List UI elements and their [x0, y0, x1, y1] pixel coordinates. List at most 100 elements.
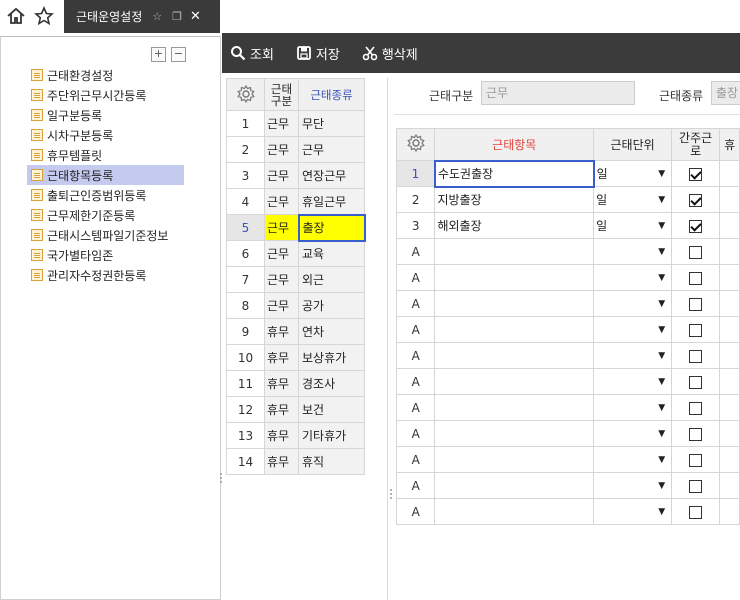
grid-settings-button[interactable]: [226, 78, 265, 111]
type-cell[interactable]: 휴무: [264, 344, 299, 371]
star-icon[interactable]: [32, 4, 56, 28]
sidebar-item[interactable]: 시차구분등록: [27, 125, 184, 145]
expand-all-button[interactable]: +: [151, 47, 166, 62]
unit-dropdown[interactable]: ▼: [593, 290, 673, 317]
extra-cell[interactable]: [719, 342, 740, 369]
item-cell[interactable]: [434, 342, 595, 369]
dropdown-arrow-icon[interactable]: ▼: [658, 377, 665, 387]
item-cell[interactable]: [434, 368, 595, 395]
dropdown-arrow-icon[interactable]: ▼: [658, 507, 665, 517]
star-outline-icon[interactable]: ☆: [152, 10, 162, 23]
save-button[interactable]: 저장: [296, 44, 340, 63]
unit-dropdown[interactable]: ▼: [593, 446, 673, 473]
table-row[interactable]: A ▼: [396, 342, 740, 369]
item-cell[interactable]: [434, 472, 595, 499]
table-row[interactable]: 13 휴무 기타휴가: [226, 422, 365, 449]
checkbox[interactable]: [689, 323, 703, 337]
table-row[interactable]: 2 지방출장 일 ▼: [396, 186, 740, 213]
checkbox[interactable]: [689, 479, 703, 493]
column-header-kind[interactable]: 근태종류: [298, 78, 365, 111]
extra-cell[interactable]: [719, 316, 740, 343]
extra-cell[interactable]: [719, 212, 740, 239]
checkbox[interactable]: [689, 297, 703, 311]
unit-dropdown[interactable]: 일 ▼: [593, 160, 673, 187]
sidebar-item[interactable]: 근무제한기준등록: [27, 205, 184, 225]
deemed-checkbox-cell[interactable]: [671, 316, 721, 343]
checkbox[interactable]: [689, 375, 703, 389]
delete-row-button[interactable]: 행삭제: [362, 44, 418, 63]
dropdown-arrow-icon[interactable]: ▼: [658, 325, 665, 335]
sidebar-item[interactable]: 출퇴근인증범위등록: [27, 185, 184, 205]
deemed-checkbox-cell[interactable]: [671, 368, 721, 395]
table-row[interactable]: 7 근무 외근: [226, 266, 365, 293]
table-row[interactable]: 1 근무 무단: [226, 110, 365, 137]
dropdown-arrow-icon[interactable]: ▼: [658, 273, 665, 283]
type-cell[interactable]: 근무: [264, 240, 299, 267]
dropdown-arrow-icon[interactable]: ▼: [658, 403, 665, 413]
tab-attendance-settings[interactable]: 근태운영설정 ☆ ❐ ✕: [64, 0, 220, 33]
item-cell[interactable]: [434, 290, 595, 317]
table-row[interactable]: 10 휴무 보상휴가: [226, 344, 365, 371]
dropdown-arrow-icon[interactable]: ▼: [658, 195, 665, 205]
sidebar-item[interactable]: 일구분등록: [27, 105, 184, 125]
deemed-checkbox-cell[interactable]: [671, 394, 721, 421]
table-row[interactable]: A ▼: [396, 446, 740, 473]
extra-cell[interactable]: [719, 160, 740, 187]
unit-dropdown[interactable]: ▼: [593, 420, 673, 447]
deemed-checkbox-cell[interactable]: [671, 238, 721, 265]
unit-dropdown[interactable]: ▼: [593, 368, 673, 395]
extra-cell[interactable]: [719, 394, 740, 421]
table-row[interactable]: 4 근무 휴일근무: [226, 188, 365, 215]
checkbox[interactable]: [689, 401, 703, 415]
extra-cell[interactable]: [719, 238, 740, 265]
table-row[interactable]: 14 휴무 휴직: [226, 448, 365, 475]
dropdown-arrow-icon[interactable]: ▼: [658, 299, 665, 309]
dropdown-arrow-icon[interactable]: ▼: [658, 169, 665, 179]
kind-cell[interactable]: 휴일근무: [298, 188, 365, 215]
checkbox[interactable]: [689, 427, 703, 441]
table-row[interactable]: A ▼: [396, 394, 740, 421]
search-button[interactable]: 조회: [230, 44, 274, 63]
item-cell[interactable]: [434, 498, 595, 525]
kind-cell[interactable]: 보건: [298, 396, 365, 423]
type-cell[interactable]: 근무: [264, 188, 299, 215]
column-header-deemed[interactable]: 간주근 로: [671, 128, 721, 161]
table-row[interactable]: 12 휴무 보건: [226, 396, 365, 423]
table-row[interactable]: A ▼: [396, 264, 740, 291]
unit-dropdown[interactable]: ▼: [593, 316, 673, 343]
checkbox[interactable]: [689, 245, 703, 259]
item-cell[interactable]: [434, 316, 595, 343]
deemed-checkbox-cell[interactable]: [671, 472, 721, 499]
checkbox[interactable]: [689, 219, 703, 233]
extra-cell[interactable]: [719, 290, 740, 317]
table-row[interactable]: A ▼: [396, 238, 740, 265]
table-row[interactable]: 3 근무 연장근무: [226, 162, 365, 189]
kind-cell[interactable]: 출장: [297, 213, 366, 242]
item-cell[interactable]: [434, 264, 595, 291]
deemed-checkbox-cell[interactable]: [671, 160, 721, 187]
type-cell[interactable]: 근무: [264, 214, 299, 241]
extra-cell[interactable]: [719, 186, 740, 213]
kind-cell[interactable]: 외근: [298, 266, 365, 293]
table-row[interactable]: 2 근무 근무: [226, 136, 365, 163]
type-cell[interactable]: 휴무: [264, 396, 299, 423]
unit-dropdown[interactable]: ▼: [593, 498, 673, 525]
type-cell[interactable]: 휴무: [264, 370, 299, 397]
deemed-checkbox-cell[interactable]: [671, 498, 721, 525]
unit-dropdown[interactable]: ▼: [593, 394, 673, 421]
close-icon[interactable]: ✕: [190, 9, 201, 24]
extra-cell[interactable]: [719, 420, 740, 447]
table-row[interactable]: 3 해외출장 일 ▼: [396, 212, 740, 239]
dropdown-arrow-icon[interactable]: ▼: [658, 247, 665, 257]
type-cell[interactable]: 근무: [264, 136, 299, 163]
sidebar-item[interactable]: 근태항목등록: [27, 165, 184, 185]
table-row[interactable]: 5 근무 출장: [226, 213, 366, 242]
table-row[interactable]: A ▼: [396, 316, 740, 343]
deemed-checkbox-cell[interactable]: [671, 446, 721, 473]
extra-cell[interactable]: [719, 264, 740, 291]
column-header-unit[interactable]: 근태단위: [593, 128, 673, 161]
checkbox[interactable]: [689, 453, 703, 467]
sidebar-item[interactable]: 국가별타임존: [27, 245, 184, 265]
unit-dropdown[interactable]: 일 ▼: [593, 212, 673, 239]
middle-splitter-handle[interactable]: [389, 488, 393, 506]
